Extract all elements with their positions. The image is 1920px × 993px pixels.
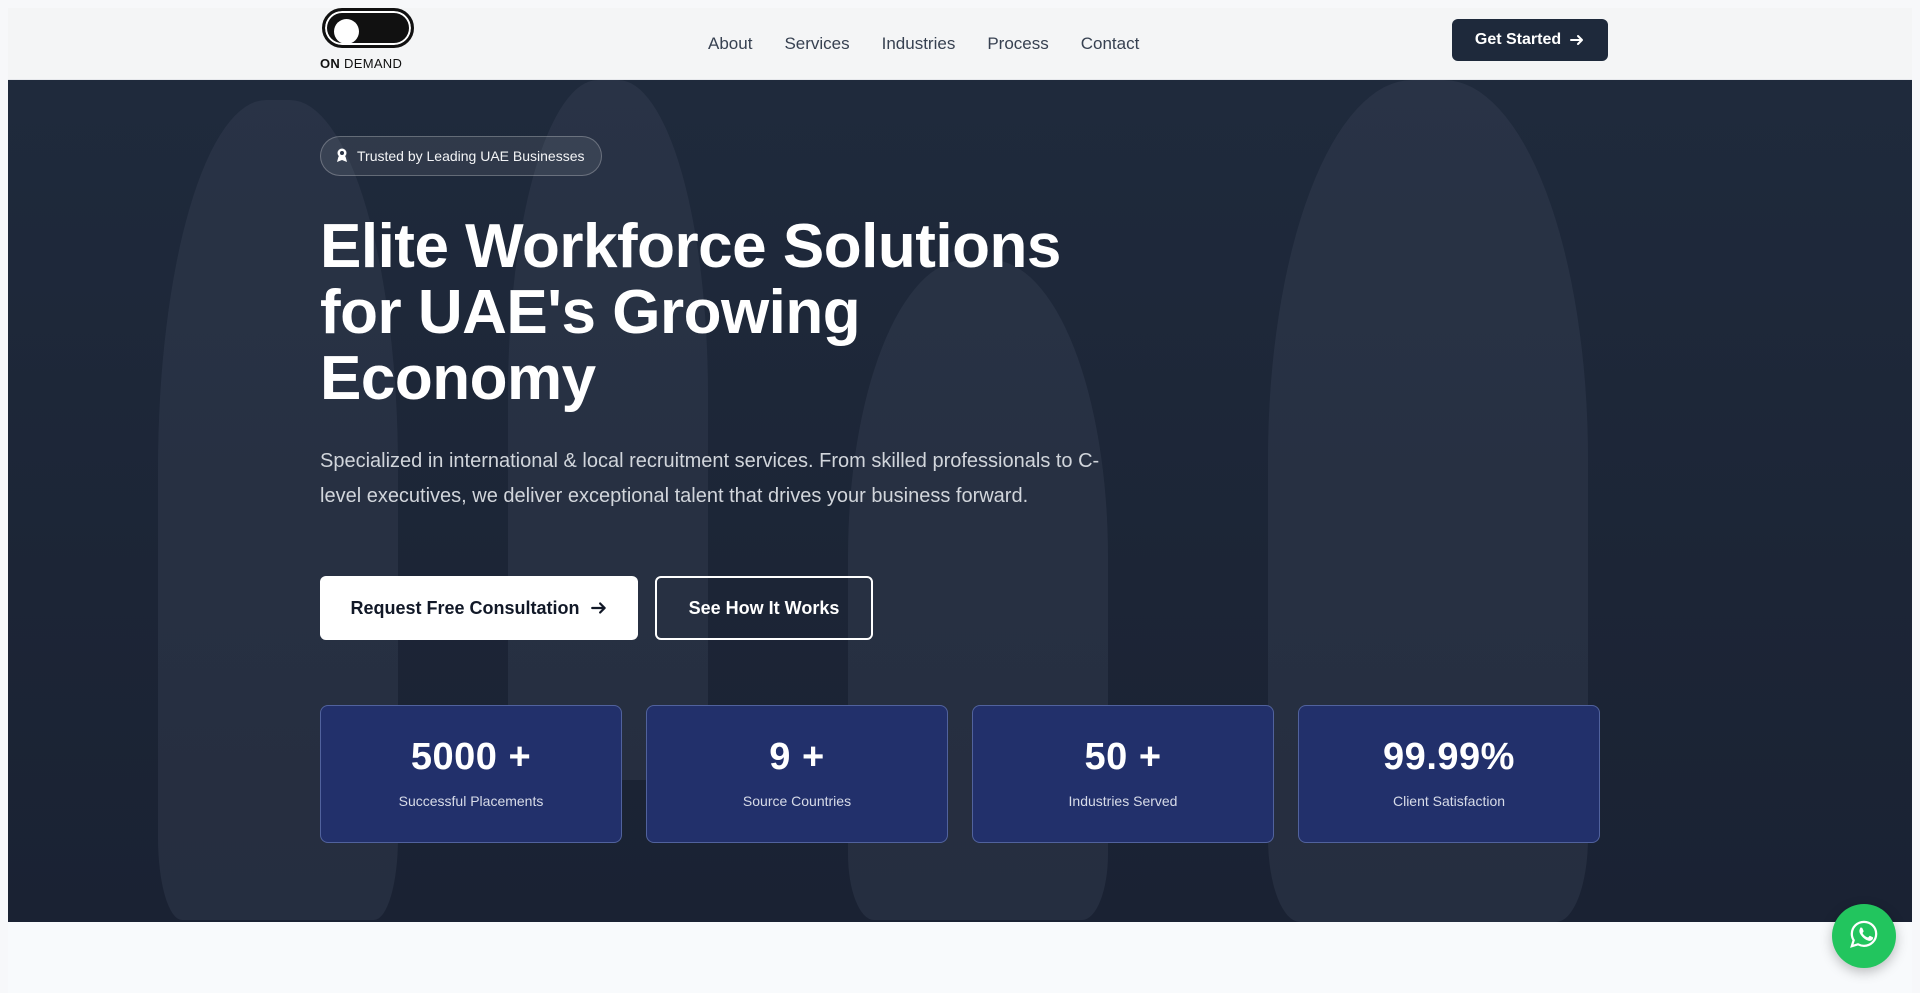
logo-text: ON DEMAND: [320, 56, 420, 71]
hero-title-line-1: Elite Workforce Solutions: [320, 212, 1061, 281]
hero-content: Trusted by Leading UAE Businesses Elite …: [320, 80, 1610, 922]
stat-label: Client Satisfaction: [1392, 793, 1506, 809]
see-how-it-works-label: See How It Works: [688, 597, 840, 618]
nav-services[interactable]: Services: [784, 34, 849, 54]
stat-value: 5000 +: [410, 736, 532, 778]
stat-label: Source Countries: [742, 793, 852, 809]
logo-toggle-icon: [322, 8, 414, 48]
stats-row: 5000 + Successful Placements 9 + Source …: [320, 705, 1602, 843]
whatsapp-chat-button[interactable]: [1832, 904, 1896, 968]
stat-card: 50 + Industries Served: [972, 705, 1274, 843]
stat-value: 99.99%: [1383, 736, 1515, 778]
stat-value: 50 +: [1084, 736, 1162, 778]
see-how-it-works-button[interactable]: See How It Works: [655, 576, 873, 640]
get-started-button[interactable]: Get Started: [1452, 19, 1608, 61]
award-icon: [335, 147, 349, 166]
hero-section: Trusted by Leading UAE Businesses Elite …: [8, 80, 1912, 922]
stat-label: Industries Served: [1068, 793, 1178, 809]
trust-badge: Trusted by Leading UAE Businesses: [320, 136, 602, 176]
whatsapp-icon: [1849, 919, 1879, 954]
hero-title-line-2: for UAE's Growing: [320, 278, 861, 347]
logo[interactable]: ON DEMAND: [320, 8, 416, 76]
stat-card: 5000 + Successful Placements: [320, 705, 622, 843]
nav-contact[interactable]: Contact: [1081, 34, 1140, 54]
stat-card: 99.99% Client Satisfaction: [1298, 705, 1600, 843]
nav-about[interactable]: About: [708, 34, 752, 54]
nav-industries[interactable]: Industries: [882, 34, 956, 54]
trust-badge-label: Trusted by Leading UAE Businesses: [357, 148, 585, 164]
site-header: ON DEMAND About Services Industries Proc…: [8, 8, 1912, 80]
hero-title: Elite Workforce Solutions for UAE's Grow…: [320, 214, 1120, 412]
logo-text-rest: DEMAND: [344, 56, 403, 71]
get-started-label: Get Started: [1474, 31, 1562, 48]
hero-subtitle: Specialized in international & local rec…: [320, 450, 1100, 507]
arrow-right-icon: [1569, 32, 1585, 48]
page: ON DEMAND About Services Industries Proc…: [8, 8, 1912, 993]
request-consultation-label: Request Free Consultation: [350, 597, 580, 618]
logo-text-bold: ON: [320, 56, 341, 71]
arrow-right-icon: [590, 599, 608, 617]
hero-title-line-3: Economy: [320, 344, 596, 413]
stat-label: Successful Placements: [398, 793, 544, 809]
request-consultation-button[interactable]: Request Free Consultation: [320, 576, 638, 640]
main-nav: About Services Industries Process Contac…: [708, 8, 1139, 80]
nav-process[interactable]: Process: [987, 34, 1048, 54]
stat-value: 9 +: [769, 736, 825, 778]
stat-card: 9 + Source Countries: [646, 705, 948, 843]
